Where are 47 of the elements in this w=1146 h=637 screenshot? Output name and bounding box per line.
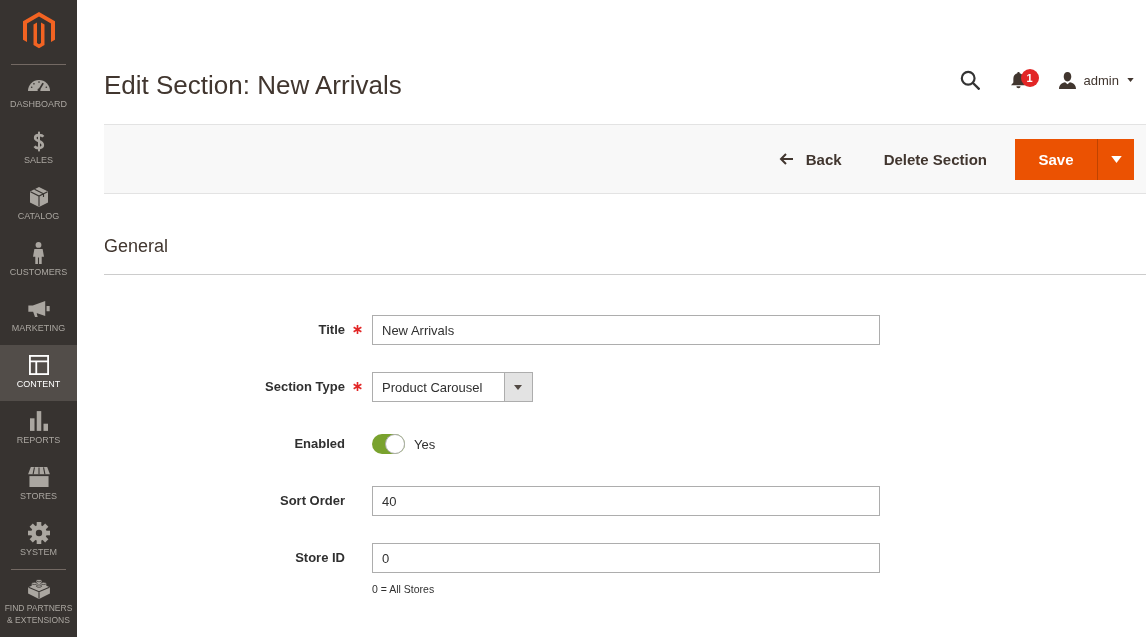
- text-input[interactable]: 40: [372, 486, 880, 516]
- save-options-button[interactable]: [1097, 138, 1134, 180]
- user-menu-button[interactable]: admin: [1058, 71, 1134, 89]
- field-note: 0 = All Stores: [372, 583, 435, 596]
- delete-button[interactable]: Delete Section: [869, 142, 1001, 176]
- megaphone-icon: [27, 301, 50, 317]
- sidebar-item[interactable]: CONTENT: [0, 345, 77, 401]
- sidebar-item[interactable]: FIND PARTNERS & EXTENSIONS: [0, 570, 77, 632]
- search-icon[interactable]: [959, 70, 980, 90]
- text-input[interactable]: 0: [372, 543, 880, 573]
- dropdown-select[interactable]: Product Carousel: [372, 372, 533, 402]
- layout-icon: [28, 355, 49, 375]
- toggle-value-text: Yes: [414, 436, 436, 452]
- notification-count: 1: [1020, 69, 1039, 87]
- sidebar-item[interactable]: MARKETING: [0, 289, 77, 345]
- person-icon: [33, 242, 44, 264]
- save-button[interactable]: Save: [1015, 138, 1097, 180]
- box-icon: [29, 187, 48, 207]
- sidebar-item[interactable]: REPORTS: [0, 401, 77, 457]
- settings-icon: [27, 522, 50, 544]
- sidebar-item[interactable]: DASHBOARD: [0, 65, 77, 121]
- sidebar-item[interactable]: SALES: [0, 121, 77, 177]
- caret-icon: [1110, 155, 1122, 163]
- field-label: Section Type: [265, 378, 345, 396]
- caret-icon: [1127, 78, 1134, 82]
- logo-icon[interactable]: [22, 12, 55, 49]
- field-label: Store ID: [295, 549, 345, 567]
- sidebar-item[interactable]: CATALOG: [0, 177, 77, 233]
- gauge-icon: [27, 79, 50, 91]
- field-label: Sort Order: [280, 492, 345, 510]
- section-title: General: [104, 235, 169, 258]
- toggle-switch[interactable]: [372, 434, 405, 454]
- text-input[interactable]: New Arrivals: [372, 315, 880, 345]
- sidebar-item[interactable]: CUSTOMERS: [0, 233, 77, 289]
- storefront-icon: [27, 467, 50, 487]
- page-title: Edit Section: New Arrivals: [104, 69, 402, 102]
- dollar-icon: [32, 130, 45, 152]
- brick-icon: [27, 579, 50, 599]
- user-icon: [1058, 71, 1076, 89]
- sidebar-item[interactable]: STORES: [0, 457, 77, 513]
- back-button[interactable]: Back: [764, 142, 856, 176]
- sidebar-item[interactable]: SYSTEM: [0, 513, 77, 569]
- bar-chart-icon: [29, 411, 48, 431]
- field-label: Title: [318, 321, 345, 339]
- field-label: Enabled: [294, 435, 345, 453]
- caret-icon: [504, 373, 532, 401]
- arrow-left-icon: [778, 153, 793, 165]
